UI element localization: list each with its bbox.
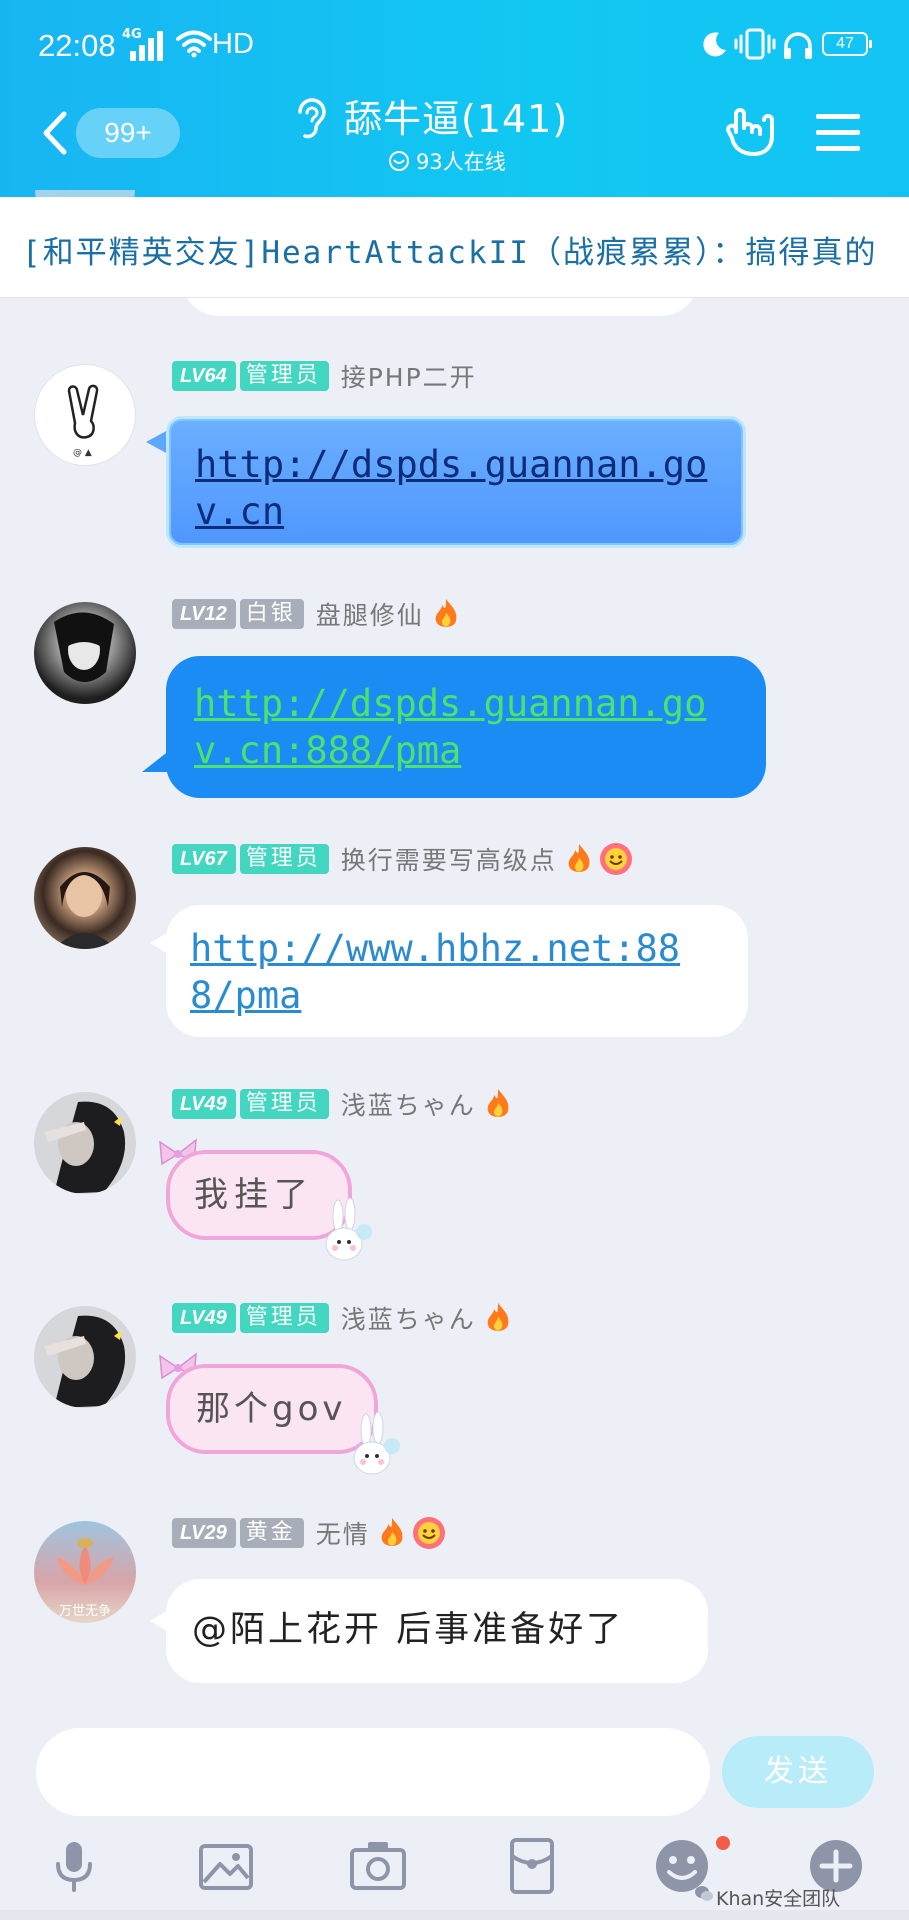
avatar[interactable] (34, 1092, 136, 1194)
image-icon[interactable] (196, 1836, 256, 1896)
role-badge: 管理员 (239, 1303, 329, 1333)
message-item: LV12 白银 盘腿修仙 http://dspds.guannan.gov.cn… (0, 598, 909, 798)
wechat-logo-icon (695, 1886, 713, 1901)
network-type: 4G (122, 27, 142, 42)
message-input[interactable] (36, 1728, 710, 1816)
role-badge: 管理员 (239, 1089, 329, 1119)
avatar[interactable] (34, 602, 136, 704)
hd-indicator: HD (212, 28, 254, 60)
avatar[interactable] (34, 1306, 136, 1408)
avatar[interactable] (34, 847, 136, 949)
fire-icon (487, 1303, 509, 1331)
message-meta: LV12 白银 盘腿修仙 (172, 598, 460, 630)
message-meta: LV67 管理员 换行需要写高级点 (172, 843, 633, 875)
message-item: 万世无争 LV29 黄金 无情 @陌上花开 后事准备好了 (0, 1517, 909, 1717)
message-text: 那个gov (196, 1389, 347, 1429)
send-button[interactable]: 发送 (722, 1736, 874, 1808)
message-bubble[interactable]: http://www.hbhz.net:888/pma (166, 905, 748, 1037)
level-badge: LV49 (172, 1089, 236, 1119)
menu-icon[interactable] (816, 114, 860, 154)
message-meta: LV49 管理员 浅蓝ちゃん (172, 1088, 512, 1120)
fire-icon (568, 844, 590, 872)
message-item: LV49 管理员 浅蓝ちゃん 那个gov (0, 1302, 909, 1502)
online-count: 93人在线 (416, 150, 506, 174)
back-arrow-icon[interactable] (40, 110, 70, 156)
fire-icon (435, 599, 457, 627)
message-meta: LV49 管理员 浅蓝ちゃん (172, 1302, 512, 1334)
sender-name[interactable]: 盘腿修仙 (316, 596, 424, 632)
hand-face-avatar-icon (44, 1101, 126, 1194)
message-item: LV49 管理员 浅蓝ちゃん 我挂了 (0, 1088, 909, 1288)
smile-badge-icon (599, 843, 632, 875)
vibrate-icon (734, 28, 776, 60)
message-text: 我挂了 (194, 1175, 314, 1215)
love-gesture-icon[interactable] (724, 106, 776, 158)
peace-hand-avatar-icon: @ ▲ (67, 384, 99, 458)
fire-icon (381, 1518, 403, 1546)
headphones-icon (784, 32, 812, 59)
fire-icon (487, 1089, 509, 1117)
microphone-icon[interactable] (44, 1836, 104, 1896)
message-item: @ ▲ LV64 管理员 接PHP二开 http://dspds.guannan… (0, 360, 909, 560)
smile-badge-icon (412, 1517, 445, 1549)
bunny-decoration-icon (353, 1412, 400, 1475)
unread-count-badge[interactable]: 99+ (76, 108, 180, 158)
top-bar: 22:08 4G HD 47 99+ 舔牛逼(141) 93人在线 (0, 0, 909, 197)
level-badge: LV67 (172, 844, 236, 874)
bunny-decoration-icon (325, 1198, 372, 1261)
message-bubble[interactable]: @陌上花开 后事准备好了 (166, 1579, 708, 1683)
role-badge: 管理员 (239, 361, 329, 391)
dark-character-avatar-icon (54, 612, 114, 682)
online-status-icon (389, 151, 409, 171)
moon-icon (703, 32, 726, 57)
message-bubble[interactable]: http://dspds.guannan.gov.cn:888/pma (166, 656, 766, 798)
announcement-text: [和平精英交友]HeartAttackII（战痕累累）：搞得真的 (22, 235, 878, 271)
hand-face-avatar-icon (44, 1315, 126, 1408)
message-text: @陌上花开 后事准备好了 (192, 1610, 625, 1650)
navigation-bar (0, 1910, 909, 1920)
message-bubble[interactable]: http://dspds.guannan.gov.cn (166, 416, 746, 548)
battery-icon: 47 (822, 32, 872, 56)
role-badge: 管理员 (239, 844, 329, 874)
red-packet-icon[interactable] (502, 1836, 562, 1896)
message-link[interactable]: http://dspds.guannan.gov.cn (195, 443, 707, 533)
level-badge: LV64 (172, 361, 236, 391)
role-badge: 黄金 (239, 1518, 304, 1548)
avatar-caption: 万世无争 (59, 1604, 111, 1619)
wifi-icon (176, 30, 212, 58)
watermark-text: Khan安全团队 (716, 1888, 841, 1910)
chat-title[interactable]: 舔牛逼(141) (344, 88, 568, 143)
message-item: LV67 管理员 换行需要写高级点 http://www.hbhz.net:88… (0, 843, 909, 1043)
level-badge: LV12 (172, 599, 236, 629)
avatar[interactable]: 万世无争 (34, 1521, 136, 1623)
svg-text:@ ▲: @ ▲ (73, 448, 92, 458)
status-time: 22:08 (38, 28, 116, 63)
level-badge: LV49 (172, 1303, 236, 1333)
girl-photo-avatar-icon (54, 872, 116, 949)
message-meta: LV64 管理员 接PHP二开 (172, 360, 477, 392)
level-badge: LV29 (172, 1518, 236, 1548)
camera-icon[interactable] (348, 1836, 408, 1896)
sender-name[interactable]: 接PHP二开 (341, 358, 477, 394)
message-meta: LV29 黄金 无情 (172, 1517, 446, 1549)
sender-name[interactable]: 无情 (316, 1515, 370, 1551)
announcement-marquee[interactable]: [和平精英交友]HeartAttackII（战痕累累）：搞得真的 (0, 197, 909, 298)
sender-name[interactable]: 浅蓝ちゃん (341, 1300, 476, 1336)
ear-icon[interactable] (292, 96, 330, 140)
cellular-signal-icon: 4G (122, 27, 172, 61)
lotus-avatar-icon: 万世无争 (56, 1538, 114, 1619)
message-link[interactable]: http://www.hbhz.net:888/pma (190, 927, 680, 1017)
notification-dot (716, 1836, 730, 1850)
role-badge: 白银 (239, 599, 304, 629)
sender-name[interactable]: 换行需要写高级点 (341, 841, 557, 877)
message-link[interactable]: http://dspds.guannan.gov.cn:888/pma (194, 682, 706, 772)
bubble-tail (146, 430, 168, 454)
status-bar: 22:08 4G HD 47 (0, 0, 909, 92)
avatar[interactable]: @ ▲ (34, 364, 136, 466)
sender-name[interactable]: 浅蓝ちゃん (341, 1086, 476, 1122)
